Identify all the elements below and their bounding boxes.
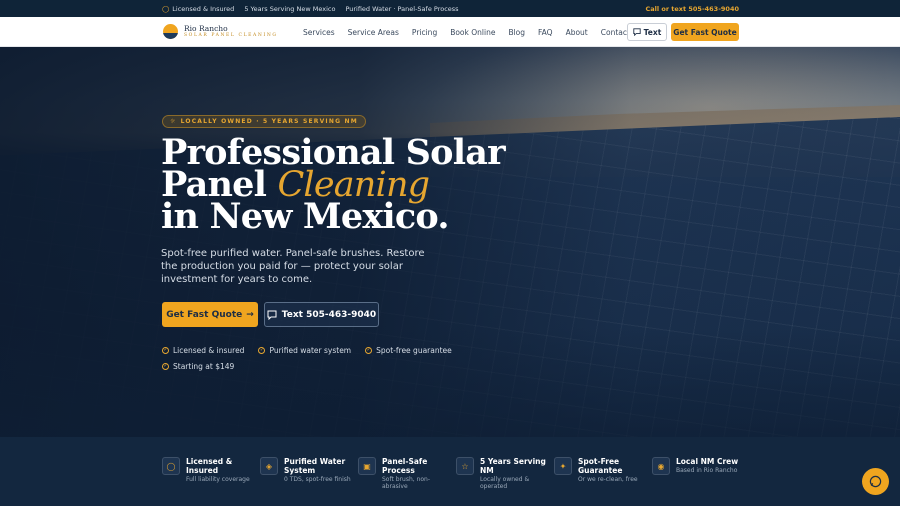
hero-title: Professional Solar Panel Cleaning in New… bbox=[161, 132, 506, 237]
nav-link-contact[interactable]: Contact bbox=[601, 28, 630, 37]
feature-local-crew: ◉ Local NM Crew Based in Rio Rancho bbox=[652, 457, 747, 475]
nav-link-services[interactable]: Services bbox=[303, 28, 335, 37]
nav-link-blog[interactable]: Blog bbox=[508, 28, 525, 37]
nav-link-book-online[interactable]: Book Online bbox=[450, 28, 495, 37]
feature-years: ☆ 5 Years Serving NM Locally owned & oper… bbox=[456, 457, 551, 490]
top-info-bar: ◯ Licensed & Insured 5 Years Serving New… bbox=[0, 0, 900, 17]
topbar-item-process: Purified Water · Panel-Safe Process bbox=[345, 4, 459, 13]
main-nav: Rio Rancho SOLAR PANEL CLEANING Services… bbox=[0, 17, 900, 47]
message-icon bbox=[633, 28, 641, 36]
topbar-item-licensed: ◯ Licensed & Insured bbox=[162, 4, 235, 13]
text-button[interactable]: Text bbox=[627, 23, 667, 41]
feature-guarantee: ✦ Spot-Free Guarantee Or we re-clean, fre… bbox=[554, 457, 649, 483]
logo-subtitle: SOLAR PANEL CLEANING bbox=[184, 33, 278, 38]
map-pin-icon: ◉ bbox=[652, 457, 670, 475]
logo-name: Rio Rancho bbox=[184, 23, 228, 33]
shield-icon: ◯ bbox=[162, 457, 180, 475]
check-circle-icon: ✓ bbox=[162, 346, 169, 354]
award-icon: ☆ bbox=[456, 457, 474, 475]
text-number-button[interactable]: Text 505-463-9040 bbox=[264, 302, 379, 327]
sparkle-icon: ✦ bbox=[554, 457, 572, 475]
sun-logo-icon bbox=[163, 24, 178, 39]
nav-menu: Services Service Areas Pricing Book Onli… bbox=[303, 17, 630, 47]
hero-checklist: ✓ Licensed & insured ✓ Purified water syst… bbox=[162, 345, 452, 371]
hero-lead: Spot-free purified water. Panel-safe bru… bbox=[161, 248, 425, 285]
check-circle-icon: ✓ bbox=[162, 362, 169, 370]
get-fast-quote-button[interactable]: Get Fast Quote → bbox=[162, 302, 258, 327]
check-licensed: ✓ Licensed & insured bbox=[162, 345, 245, 355]
feature-panel-safe: ▣ Panel-Safe Process Soft brush, non-abra… bbox=[358, 457, 453, 490]
hero-section: ☼ LOCALLY OWNED · 5 YEARS SERVING NM Pro… bbox=[0, 47, 900, 437]
message-icon bbox=[267, 310, 277, 320]
get-quote-nav-button[interactable]: Get Fast Quote bbox=[671, 23, 739, 41]
shield-icon: ◯ bbox=[162, 4, 170, 13]
chat-button[interactable] bbox=[862, 468, 889, 495]
features-strip: ◯ Licensed & Insured Full liability cover… bbox=[0, 437, 900, 506]
hero-badge: ☼ LOCALLY OWNED · 5 YEARS SERVING NM bbox=[162, 115, 366, 128]
nav-link-faq[interactable]: FAQ bbox=[538, 28, 553, 37]
chat-bubble-icon bbox=[869, 475, 882, 488]
sun-icon: ☼ bbox=[170, 118, 177, 125]
check-circle-icon: ✓ bbox=[365, 346, 373, 354]
check-circle-icon: ✓ bbox=[258, 346, 266, 354]
nav-link-pricing[interactable]: Pricing bbox=[412, 28, 437, 37]
call-link[interactable]: Call or text 505-463-9040 bbox=[645, 5, 739, 13]
logo[interactable]: Rio Rancho SOLAR PANEL CLEANING bbox=[163, 24, 278, 39]
nav-link-about[interactable]: About bbox=[566, 28, 588, 37]
check-spot-free: ✓ Spot-free guarantee bbox=[365, 345, 452, 355]
arrow-right-icon: → bbox=[246, 309, 254, 320]
check-purified: ✓ Purified water system bbox=[258, 345, 352, 355]
droplets-icon: ◈ bbox=[260, 457, 278, 475]
feature-purified-water: ◈ Purified Water System 0 TDS, spot-free … bbox=[260, 457, 355, 483]
feature-licensed: ◯ Licensed & Insured Full liability cover… bbox=[162, 457, 257, 483]
lock-icon: ▣ bbox=[358, 457, 376, 475]
hero-bottom-overlay bbox=[0, 327, 900, 437]
nav-link-service-areas[interactable]: Service Areas bbox=[348, 28, 399, 37]
topbar-item-years: 5 Years Serving New Mexico bbox=[244, 4, 336, 13]
check-price: ✓ Starting at $149 bbox=[162, 361, 235, 371]
